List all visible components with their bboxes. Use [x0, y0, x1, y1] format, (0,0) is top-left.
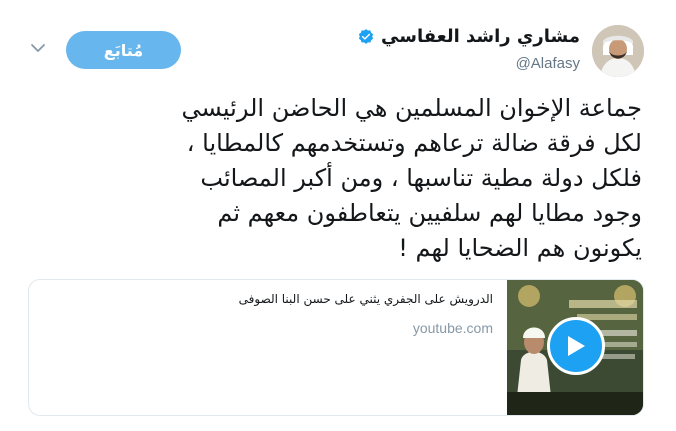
play-button[interactable]	[547, 317, 605, 375]
author-display-name[interactable]: مشاري راشد العفاسي	[381, 26, 580, 47]
card-domain: youtube.com	[412, 320, 493, 336]
avatar-image	[592, 25, 644, 77]
tweet-text: جماعة الإخوان المسلمين هي الحاضن الرئيسي…	[181, 94, 643, 262]
chevron-down-icon[interactable]	[30, 40, 46, 56]
avatar[interactable]	[592, 25, 644, 77]
video-thumbnail[interactable]	[507, 280, 643, 415]
verified-badge-icon	[358, 28, 374, 44]
author-handle[interactable]: @Alafasy	[516, 55, 580, 72]
following-button[interactable]: مُتابَع	[66, 31, 181, 69]
card-title[interactable]: الدرويش على الجفري يثني على حسن البنا ال…	[239, 292, 493, 306]
author-name-row[interactable]: مشاري راشد العفاسي	[357, 26, 580, 47]
link-card[interactable]: الدرويش على الجفري يثني على حسن البنا ال…	[28, 279, 644, 416]
play-icon	[568, 336, 585, 356]
